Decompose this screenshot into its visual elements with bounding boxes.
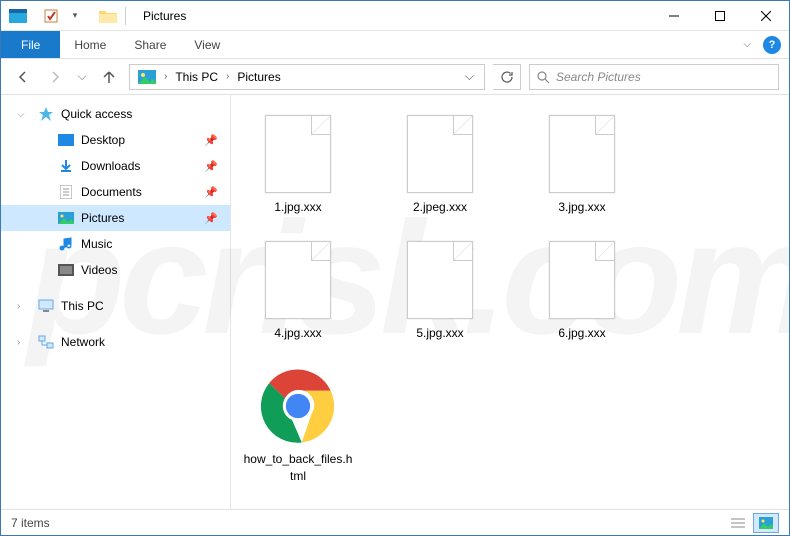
quick-access-icon — [37, 106, 55, 122]
this-pc-icon — [37, 298, 55, 314]
file-item[interactable]: 2.jpeg.xxx — [385, 113, 495, 215]
minimize-button[interactable] — [651, 1, 697, 31]
file-label: 4.jpg.xxx — [274, 325, 321, 341]
file-item[interactable]: 5.jpg.xxx — [385, 239, 495, 341]
help-icon[interactable]: ? — [763, 36, 781, 54]
nav-label: Quick access — [61, 107, 132, 121]
nav-quick-access[interactable]: ⌵ Quick access — [1, 101, 230, 127]
tab-home[interactable]: Home — [60, 31, 120, 58]
expand-icon[interactable]: ⌵ — [17, 109, 25, 120]
nav-label: Downloads — [81, 159, 140, 173]
crumb-this-pc[interactable]: This PC — [169, 65, 224, 89]
pin-icon: 📌 — [204, 134, 218, 147]
file-item[interactable]: 3.jpg.xxx — [527, 113, 637, 215]
file-item[interactable]: 1.jpg.xxx — [243, 113, 353, 215]
blank-file-icon — [401, 113, 479, 195]
nav-label: Videos — [81, 263, 117, 277]
nav-documents[interactable]: Documents 📌 — [1, 179, 230, 205]
pin-icon: 📌 — [204, 160, 218, 173]
navigation-bar: ⌵ › This PC › Pictures ⌵ — [1, 59, 789, 95]
file-label: 1.jpg.xxx — [274, 199, 321, 215]
search-icon — [536, 70, 550, 84]
blank-file-icon — [259, 113, 337, 195]
file-item[interactable]: 4.jpg.xxx — [243, 239, 353, 341]
ribbon-expand-icon[interactable]: ⌵ — [739, 35, 755, 54]
nav-label: Pictures — [81, 211, 124, 225]
qat-chevron-down-icon[interactable]: ▾ — [64, 5, 86, 26]
expand-icon[interactable]: › — [17, 301, 20, 312]
crumb-sep-icon[interactable]: › — [162, 71, 169, 82]
tab-share[interactable]: Share — [120, 31, 180, 58]
music-icon — [57, 236, 75, 252]
nav-videos[interactable]: Videos — [1, 257, 230, 283]
nav-label: Documents — [81, 185, 142, 199]
file-label: 5.jpg.xxx — [416, 325, 463, 341]
back-button[interactable] — [11, 65, 35, 89]
search-input[interactable] — [556, 70, 772, 84]
history-dropdown-icon[interactable]: ⌵ — [75, 69, 89, 84]
details-view-button[interactable] — [725, 513, 751, 533]
nav-label: Network — [61, 335, 105, 349]
refresh-button[interactable] — [493, 64, 521, 90]
nav-pictures[interactable]: Pictures 📌 — [1, 205, 230, 231]
expand-icon[interactable]: › — [17, 337, 20, 348]
status-bar: 7 items — [1, 509, 789, 535]
status-item-count: 7 items — [11, 516, 50, 530]
videos-icon — [57, 262, 75, 278]
forward-button[interactable] — [43, 65, 67, 89]
large-icons-view-button[interactable] — [753, 513, 779, 533]
blank-file-icon — [259, 239, 337, 321]
file-item[interactable]: 6.jpg.xxx — [527, 239, 637, 341]
ribbon-tabs: File Home Share View ⌵ ? — [1, 31, 789, 59]
folder-icon — [97, 5, 119, 26]
blank-file-icon — [543, 113, 621, 195]
blank-file-icon — [543, 239, 621, 321]
nav-label: Desktop — [81, 133, 125, 147]
search-box[interactable] — [529, 64, 779, 90]
blank-file-icon — [401, 239, 479, 321]
crumb-sep-icon[interactable]: › — [224, 71, 231, 82]
tab-file[interactable]: File — [1, 31, 60, 58]
maximize-button[interactable] — [697, 1, 743, 31]
up-button[interactable] — [97, 65, 121, 89]
nav-network[interactable]: › Network — [1, 329, 230, 355]
crumb-pictures[interactable]: Pictures — [231, 65, 286, 89]
nav-this-pc[interactable]: › This PC — [1, 293, 230, 319]
file-label: 2.jpeg.xxx — [413, 199, 467, 215]
nav-label: Music — [81, 237, 112, 251]
downloads-icon — [57, 158, 75, 174]
desktop-icon — [57, 132, 75, 148]
address-bar[interactable]: › This PC › Pictures ⌵ — [129, 64, 485, 90]
pin-icon: 📌 — [204, 212, 218, 225]
nav-music[interactable]: Music — [1, 231, 230, 257]
network-icon — [37, 334, 55, 350]
file-label: 3.jpg.xxx — [558, 199, 605, 215]
explorer-icon — [7, 5, 29, 26]
nav-desktop[interactable]: Desktop 📌 — [1, 127, 230, 153]
pictures-icon — [57, 210, 75, 226]
chrome-icon — [259, 365, 337, 447]
navigation-pane: ⌵ Quick access Desktop 📌 Downloads 📌 Doc… — [1, 95, 231, 509]
tab-view[interactable]: View — [180, 31, 234, 58]
nav-label: This PC — [61, 299, 104, 313]
titlebar: ▾ Pictures — [1, 1, 789, 31]
window-title: Pictures — [143, 9, 186, 23]
file-label: how_to_back_files.html — [243, 451, 353, 483]
file-view[interactable]: 1.jpg.xxx 2.jpeg.xxx 3.jpg.xxx 4.jpg.xxx 5.j… — [231, 95, 789, 509]
file-label: 6.jpg.xxx — [558, 325, 605, 341]
documents-icon — [57, 184, 75, 200]
close-button[interactable] — [743, 1, 789, 31]
qat-properties-icon[interactable] — [40, 5, 62, 26]
nav-downloads[interactable]: Downloads 📌 — [1, 153, 230, 179]
crumb-pictures-icon[interactable] — [132, 65, 162, 89]
address-dropdown-icon[interactable]: ⌵ — [457, 69, 482, 84]
file-item[interactable]: how_to_back_files.html — [243, 365, 353, 483]
pin-icon: 📌 — [204, 186, 218, 199]
